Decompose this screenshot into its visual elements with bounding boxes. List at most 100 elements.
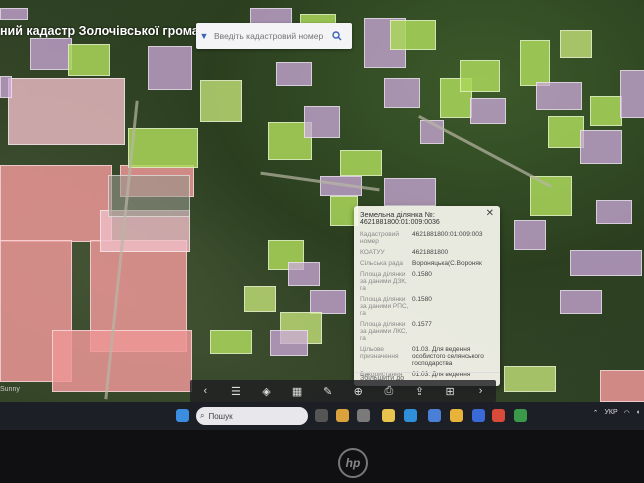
parcel[interactable] — [596, 200, 632, 224]
chevron-up-icon[interactable]: ⌃ — [593, 409, 599, 417]
popup-row: Сільська рада Вороняцька(С.Вороняк — [354, 258, 500, 269]
parcel[interactable] — [244, 286, 276, 312]
file-explorer-icon[interactable] — [382, 409, 395, 422]
task-view-icon[interactable] — [315, 409, 328, 422]
popup-row: Площа ділянки за даними ЛКС, га 0.1577 — [354, 319, 500, 344]
close-icon[interactable]: ✕ — [486, 208, 494, 219]
parcel[interactable] — [560, 30, 592, 58]
row-value: 4621881800 — [412, 249, 449, 256]
row-key: Площа ділянки за даними ЛКС, га — [360, 321, 408, 342]
parcel[interactable] — [128, 128, 198, 168]
parcel[interactable] — [108, 175, 190, 217]
row-value: 4621881800:01:009:003 — [412, 231, 483, 238]
parcel[interactable] — [276, 62, 312, 86]
parcel[interactable] — [270, 330, 308, 356]
popup-row: Площа ділянки за даними ДЗК, га 0.1580 — [354, 269, 500, 294]
edge-icon[interactable] — [404, 409, 417, 422]
list-icon[interactable]: ☰ — [228, 383, 244, 399]
parcel[interactable] — [0, 165, 112, 242]
parcel[interactable] — [384, 178, 436, 206]
search-icon: ⌕ — [200, 411, 205, 420]
row-key: Кадастровий номер — [360, 231, 399, 245]
map-toolbar: ‹ ☰ ◈ ▦ ✎ ⊕ ⎙ ⇪ ⊞ › — [190, 380, 496, 402]
excel-icon[interactable] — [514, 409, 527, 422]
language-indicator[interactable]: УКР — [604, 409, 617, 417]
page-title: ний кадастр Золочівської громади — [0, 24, 215, 38]
popup-header: Земельна ділянка №: 4621881800:01:009:00… — [354, 206, 500, 229]
hp-logo-icon: hp — [338, 448, 368, 478]
start-icon[interactable] — [176, 409, 189, 422]
print-icon[interactable]: ⎙ — [381, 383, 397, 399]
row-value: 0.1580 — [412, 296, 432, 303]
parcel[interactable] — [340, 150, 382, 176]
popup-title: Земельна ділянка №: — [360, 210, 435, 219]
bookmark-icon[interactable]: ⊞ — [442, 383, 458, 399]
row-key: КОАТУУ — [360, 249, 385, 256]
parcel[interactable] — [514, 220, 546, 250]
app-icon[interactable] — [450, 409, 463, 422]
parcel-popup: Земельна ділянка №: 4621881800:01:009:00… — [354, 206, 500, 386]
parcel[interactable] — [590, 96, 622, 126]
parcel[interactable] — [520, 40, 550, 86]
row-value: Вороняцька(С.Вороняк — [412, 260, 482, 267]
share-icon[interactable]: ⇪ — [411, 383, 427, 399]
app-header: ний кадастр Золочівської громади — [0, 18, 214, 44]
parcel[interactable] — [384, 78, 420, 108]
parcel[interactable] — [310, 290, 346, 314]
search-input[interactable] — [212, 30, 328, 42]
parcel[interactable] — [600, 370, 644, 402]
layers-icon[interactable]: ◈ — [258, 383, 274, 399]
popup-row: Площа ділянки за даними РПС, га 0.1580 — [354, 294, 500, 319]
row-value: 01.03. Для ведення особистого селянськог… — [412, 346, 484, 367]
parcel[interactable] — [0, 76, 12, 98]
search-box[interactable]: ▼ — [196, 23, 352, 49]
parcel[interactable] — [148, 46, 192, 90]
parcel[interactable] — [570, 250, 642, 276]
chevron-down-icon[interactable]: ▼ — [196, 31, 212, 41]
laptop-bezel — [0, 430, 644, 483]
parcel[interactable] — [304, 106, 340, 138]
row-key: Цільове призначення — [360, 346, 399, 360]
search-icon[interactable] — [328, 31, 346, 41]
app-icon[interactable] — [357, 409, 370, 422]
parcel[interactable] — [560, 290, 602, 314]
row-value: 0.1580 — [412, 271, 432, 278]
chrome-icon[interactable] — [492, 409, 505, 422]
chevron-right-icon[interactable]: › — [473, 383, 489, 399]
parcel[interactable] — [390, 20, 436, 50]
popup-row: Цільове призначення 01.03. Для ведення ос… — [354, 344, 500, 369]
store-icon[interactable] — [428, 409, 441, 422]
measure-icon[interactable]: ⊕ — [350, 383, 366, 399]
row-key: Площа ділянки за даними РПС, га — [360, 296, 409, 317]
parcel[interactable] — [530, 176, 572, 216]
grid-icon[interactable]: ▦ — [289, 383, 305, 399]
parcel[interactable] — [200, 80, 242, 122]
parcel[interactable] — [250, 8, 292, 24]
parcel[interactable] — [210, 330, 252, 354]
popup-row: Кадастровий номер 4621881800:01:009:003 — [354, 229, 500, 247]
taskbar-search[interactable]: ⌕ Пошук — [196, 407, 308, 425]
map-view[interactable]: ний кадастр Золочівської громади ▼ Земел… — [0, 0, 644, 410]
parcel[interactable] — [548, 116, 584, 148]
taskbar-search-label: Пошук — [208, 411, 233, 421]
app-icon[interactable] — [472, 409, 485, 422]
widgets-icon[interactable] — [336, 409, 349, 422]
popup-parcel-number: 4621881800:01:009:0036 — [360, 219, 440, 226]
parcel[interactable] — [288, 262, 320, 286]
parcel[interactable] — [68, 44, 110, 76]
volume-icon[interactable]: ◖ — [636, 409, 640, 417]
wifi-icon[interactable]: ◠ — [624, 409, 630, 417]
pencil-icon[interactable]: ✎ — [320, 383, 336, 399]
parcel[interactable] — [536, 82, 582, 110]
parcel[interactable] — [504, 366, 556, 392]
parcel[interactable] — [470, 98, 506, 124]
row-value: 0.1577 — [412, 321, 432, 328]
parcel[interactable] — [580, 130, 622, 164]
row-key: Площа ділянки за даними ДЗК, га — [360, 271, 407, 292]
parcel[interactable] — [8, 78, 125, 145]
popup-row: КОАТУУ 4621881800 — [354, 247, 500, 258]
parcel[interactable] — [620, 70, 644, 118]
parcel[interactable] — [52, 330, 192, 392]
chevron-left-icon[interactable]: ‹ — [197, 383, 213, 399]
parcel[interactable] — [460, 60, 500, 92]
